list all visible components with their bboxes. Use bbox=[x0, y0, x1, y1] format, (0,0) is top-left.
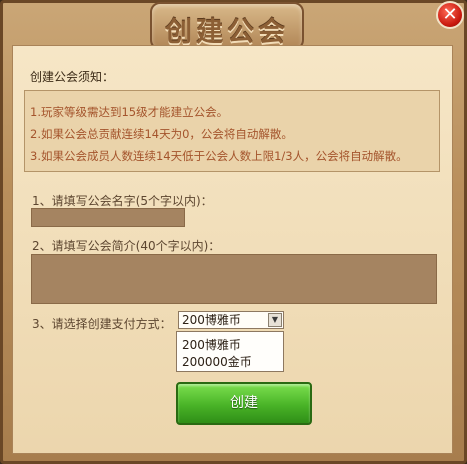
payment-options-list: 200博雅币 200000金币 bbox=[176, 331, 284, 372]
guild-name-input[interactable] bbox=[31, 208, 185, 227]
close-button[interactable]: ✕ bbox=[436, 1, 464, 29]
notice-box: 1.玩家等级需达到15级才能建立公会。 2.如果公会总贡献连续14天为0，公会将… bbox=[24, 90, 440, 172]
guild-name-label: 1、请填写公会名字(5个字以内)： bbox=[32, 194, 213, 208]
notice-line-3: 3.如果公会成员人数连续14天低于公会人数上限1/3人，公会将自动解散。 bbox=[30, 149, 408, 163]
content-panel: 创建公会须知： 1.玩家等级需达到15级才能建立公会。 2.如果公会总贡献连续1… bbox=[12, 45, 453, 454]
payment-select[interactable]: 200博雅币 ▼ bbox=[178, 311, 284, 329]
guild-intro-input[interactable] bbox=[31, 254, 437, 304]
notice-title: 创建公会须知： bbox=[30, 70, 115, 84]
notice-line-1: 1.玩家等级需达到15级才能建立公会。 bbox=[30, 105, 229, 119]
close-icon: ✕ bbox=[442, 4, 458, 25]
payment-label: 3、请选择创建支付方式： bbox=[32, 317, 172, 331]
title-plate: 创建公会 bbox=[150, 2, 304, 50]
payment-option-2[interactable]: 200000金币 bbox=[182, 353, 252, 370]
payment-selected-value: 200博雅币 bbox=[182, 313, 241, 327]
guild-intro-label: 2、请填写公会简介(40个字以内)： bbox=[32, 239, 221, 253]
notice-line-2: 2.如果公会总贡献连续14天为0，公会将自动解散。 bbox=[30, 127, 293, 141]
create-button[interactable]: 创建 bbox=[176, 382, 312, 425]
chevron-down-icon[interactable]: ▼ bbox=[268, 313, 282, 327]
payment-option-1[interactable]: 200博雅币 bbox=[182, 336, 241, 353]
dialog-title: 创建公会 bbox=[165, 17, 289, 48]
